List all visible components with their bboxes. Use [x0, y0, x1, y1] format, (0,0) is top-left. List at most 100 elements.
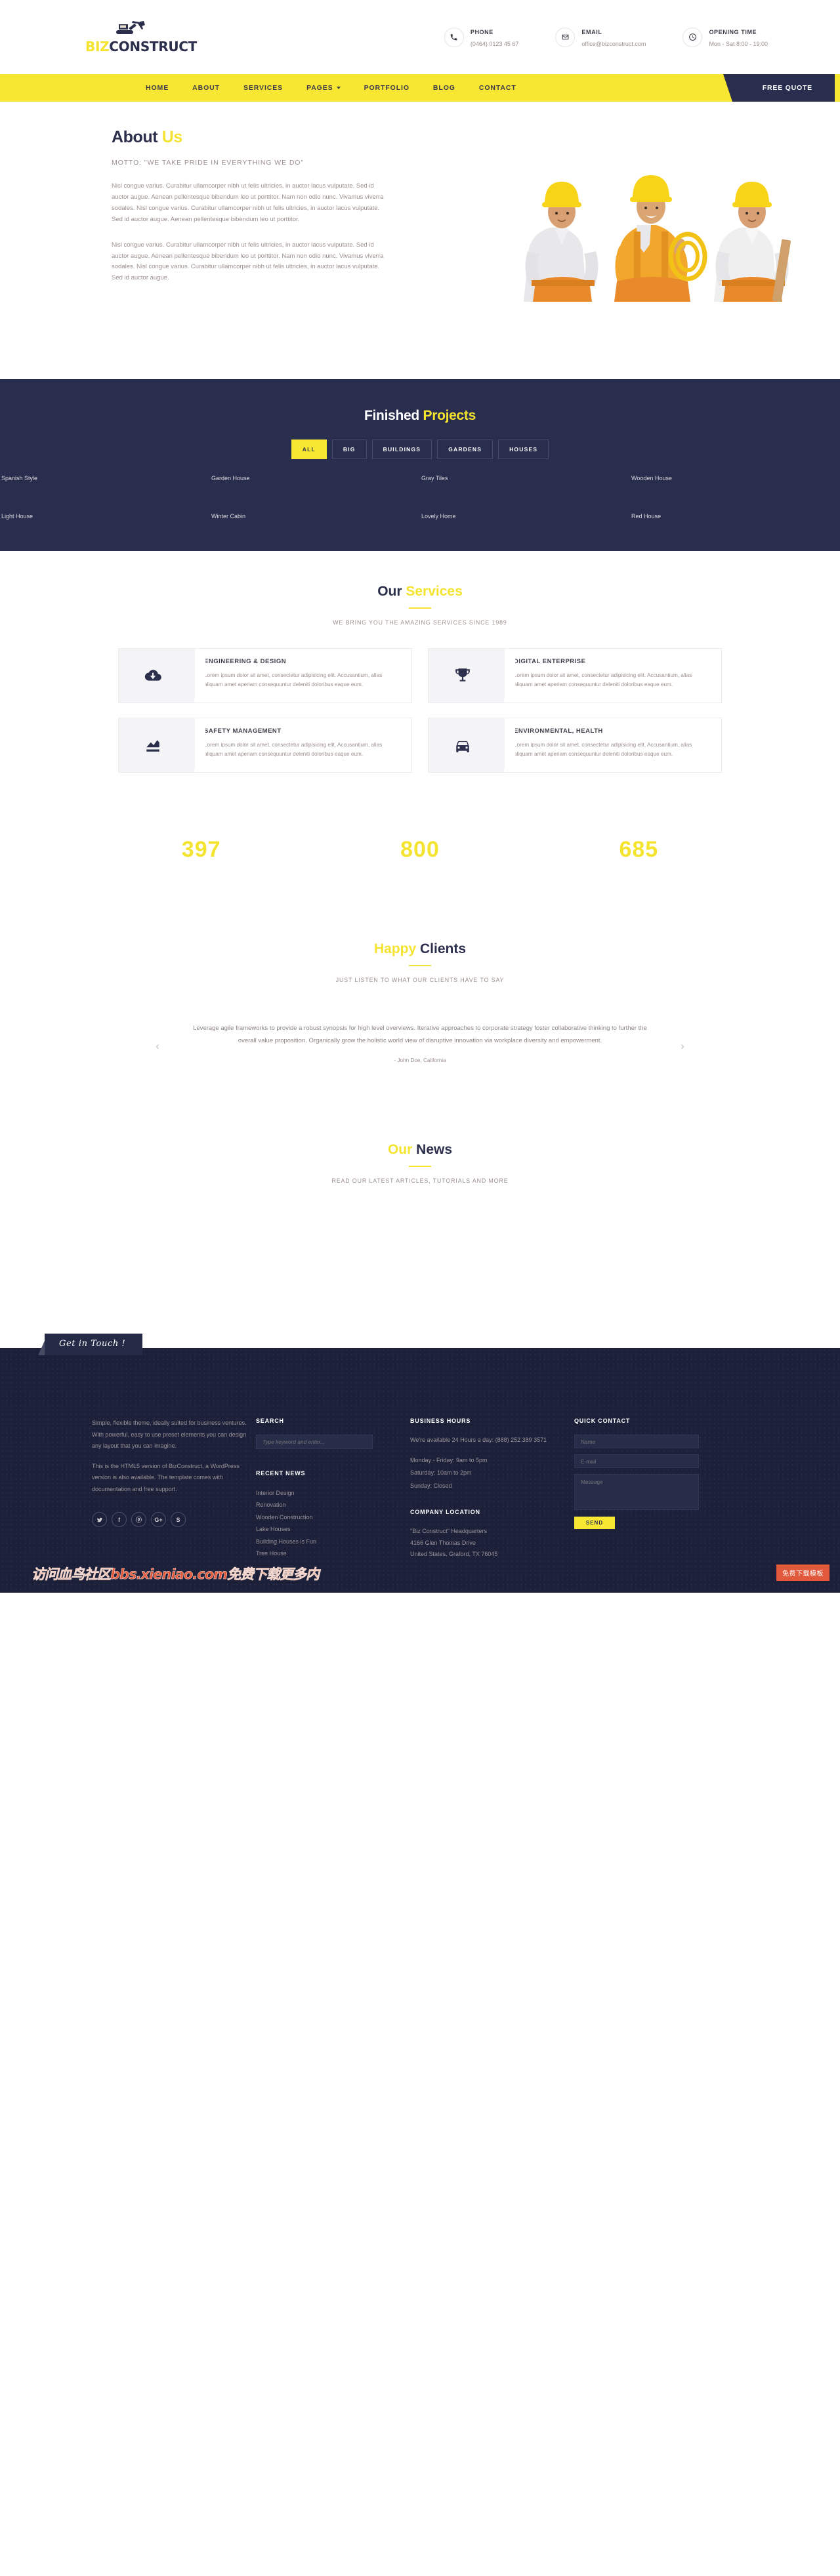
- project-item[interactable]: Spanish Style: [0, 475, 210, 513]
- footer-hours-column: BUSINESS HOURS We're available 24 Hours …: [410, 1387, 574, 1569]
- location-line-1: "Biz Construct" Headquarters: [410, 1528, 487, 1535]
- list-item[interactable]: Wooden Construction: [256, 1511, 410, 1523]
- google-plus-icon[interactable]: G+: [151, 1512, 166, 1528]
- testimonial-next-button[interactable]: ›: [676, 1040, 689, 1053]
- title-underline: [409, 607, 431, 609]
- project-item[interactable]: Light House: [0, 513, 210, 551]
- car-icon: [429, 718, 515, 772]
- project-item[interactable]: Winter Cabin: [210, 513, 420, 551]
- list-item[interactable]: Building Houses is Fun: [256, 1536, 410, 1547]
- projects-title: Finished Projects: [0, 408, 840, 424]
- chevron-down-icon: [336, 87, 341, 89]
- testimonial-prev-button[interactable]: ‹: [151, 1040, 164, 1053]
- projects-title-main: Finished: [364, 408, 419, 423]
- nav-item-services[interactable]: SERVICES: [232, 74, 295, 102]
- twitter-icon[interactable]: [92, 1512, 107, 1528]
- counter-number: 685: [619, 837, 659, 862]
- news-card[interactable]: [325, 1210, 516, 1289]
- search-input[interactable]: [256, 1435, 373, 1450]
- filter-gardens[interactable]: GARDENS: [437, 440, 494, 459]
- nav-item-blog[interactable]: BLOG: [421, 74, 467, 102]
- services-subtitle: WE BRING YOU THE AMAZING SERVICES SINCE …: [333, 619, 507, 626]
- message-field[interactable]: [574, 1474, 699, 1511]
- project-filters: ALL BIG BUILDINGS GARDENS HOUSES: [0, 440, 840, 459]
- service-text: Lorem ipsum dolor sit amet, consectetur …: [204, 672, 383, 688]
- get-in-touch-badge: Get in Touch !: [37, 1334, 143, 1356]
- skype-icon[interactable]: S: [171, 1512, 186, 1528]
- filter-buildings[interactable]: BUILDINGS: [371, 440, 432, 459]
- clock-icon: [682, 27, 703, 47]
- project-item[interactable]: Lovely Home: [420, 513, 630, 551]
- project-item[interactable]: Gray Tiles: [420, 475, 630, 513]
- service-title: ENVIRONMENTAL, HEALTH: [514, 727, 603, 735]
- location-line-3: United States, Graford, TX 76045: [410, 1551, 498, 1558]
- news-title: Our News: [0, 1142, 840, 1158]
- service-card[interactable]: ENGINEERING & DESIGN Lorem ipsum dolor s…: [118, 648, 412, 703]
- hours-saturday: Saturday: 10am to 2pm: [410, 1469, 472, 1477]
- nav-label: HOME: [146, 84, 169, 92]
- project-item[interactable]: Garden House: [210, 475, 420, 513]
- business-hours-heading: BUSINESS HOURS: [410, 1418, 471, 1425]
- logo-text-construct: CONSTRUCT: [109, 39, 198, 54]
- send-button[interactable]: SEND: [574, 1517, 615, 1530]
- contact-hours[interactable]: OPENING TIME Mon - Sat 8:00 - 19:00: [682, 26, 768, 49]
- counter-item: 685: [530, 837, 748, 869]
- contact-phone[interactable]: PHONE (0464) 0123 45 67: [444, 26, 518, 49]
- testimonials-title-highlight: Clients: [420, 941, 467, 956]
- about-title-highlight: Us: [161, 128, 183, 146]
- nav-links: HOME ABOUT SERVICES PAGES PORTFOLIO BLOG…: [134, 74, 528, 102]
- footer-recent-heading: RECENT NEWS: [256, 1470, 306, 1477]
- counter-item: 397: [92, 837, 310, 869]
- gplus-glyph: G+: [154, 1516, 163, 1523]
- project-item[interactable]: Wooden House: [630, 475, 840, 513]
- projects-section: Finished Projects ALL BIG BUILDINGS GARD…: [0, 379, 840, 551]
- hours-available: We're available 24 Hours a day: (888) 25…: [410, 1437, 547, 1444]
- nav-item-home[interactable]: HOME: [134, 74, 180, 102]
- testimonial-author: - John Doe, California: [394, 1057, 446, 1064]
- nav-item-pages[interactable]: PAGES: [295, 74, 352, 102]
- name-field[interactable]: [574, 1435, 699, 1449]
- service-card[interactable]: SAFETY MANAGEMENT Lorem ipsum dolor sit …: [118, 718, 412, 773]
- service-text: Lorem ipsum dolor sit amet, consectetur …: [514, 742, 692, 758]
- filter-houses[interactable]: HOUSES: [498, 440, 549, 459]
- email-field[interactable]: [574, 1454, 699, 1469]
- nav-label: ABOUT: [192, 84, 220, 92]
- contact-email[interactable]: EMAIL office@bizconstruct.com: [555, 26, 646, 49]
- chart-icon: [119, 718, 205, 772]
- project-name: Spanish Style: [1, 475, 38, 481]
- facebook-icon[interactable]: f: [112, 1512, 127, 1528]
- main-navigation: HOME ABOUT SERVICES PAGES PORTFOLIO BLOG…: [0, 74, 840, 102]
- list-item[interactable]: Tree House: [256, 1547, 410, 1559]
- logo-wordmark: BIZCONSTRUCT: [85, 39, 197, 54]
- list-item[interactable]: Interior Design: [256, 1487, 410, 1499]
- service-card[interactable]: ENVIRONMENTAL, HEALTH Lorem ipsum dolor …: [428, 718, 722, 773]
- logo-text-biz: BIZ: [85, 39, 110, 54]
- news-card[interactable]: [531, 1210, 722, 1289]
- nav-item-contact[interactable]: CONTACT: [467, 74, 528, 102]
- project-name: Red House: [631, 513, 662, 520]
- news-card[interactable]: [118, 1210, 309, 1289]
- trophy-icon: [429, 649, 515, 703]
- service-card[interactable]: DIGITAL ENTERPRISE Lorem ipsum dolor sit…: [428, 648, 722, 703]
- service-title: ENGINEERING & DESIGN: [204, 658, 287, 665]
- nav-item-about[interactable]: ABOUT: [180, 74, 232, 102]
- title-underline: [409, 965, 431, 966]
- service-text: Lorem ipsum dolor sit amet, consectetur …: [204, 742, 383, 758]
- location-line-2: 4166 Glen Thomas Drive: [410, 1539, 476, 1546]
- download-template-button[interactable]: 免费下载模板: [776, 1564, 830, 1581]
- pinterest-icon[interactable]: ⓟ: [131, 1512, 146, 1528]
- site-logo[interactable]: BIZCONSTRUCT: [66, 20, 262, 54]
- project-item[interactable]: Red House: [630, 513, 840, 551]
- project-name: Wooden House: [631, 475, 672, 481]
- list-item[interactable]: Renovation: [256, 1499, 410, 1511]
- services-title-main: Our: [377, 584, 402, 599]
- hours-weekday: Monday - Friday: 9am to 5pm: [410, 1456, 488, 1463]
- free-quote-button[interactable]: FREE QUOTE: [723, 74, 835, 102]
- nav-label: CONTACT: [478, 84, 516, 92]
- nav-item-portfolio[interactable]: PORTFOLIO: [352, 74, 421, 102]
- nav-label: SERVICES: [243, 84, 284, 92]
- filter-all[interactable]: ALL: [291, 440, 327, 459]
- filter-big[interactable]: BIG: [331, 440, 367, 459]
- news-subtitle: READ OUR LATEST ARTICLES, TUTORIALS AND …: [331, 1177, 509, 1185]
- list-item[interactable]: Lake Houses: [256, 1523, 410, 1535]
